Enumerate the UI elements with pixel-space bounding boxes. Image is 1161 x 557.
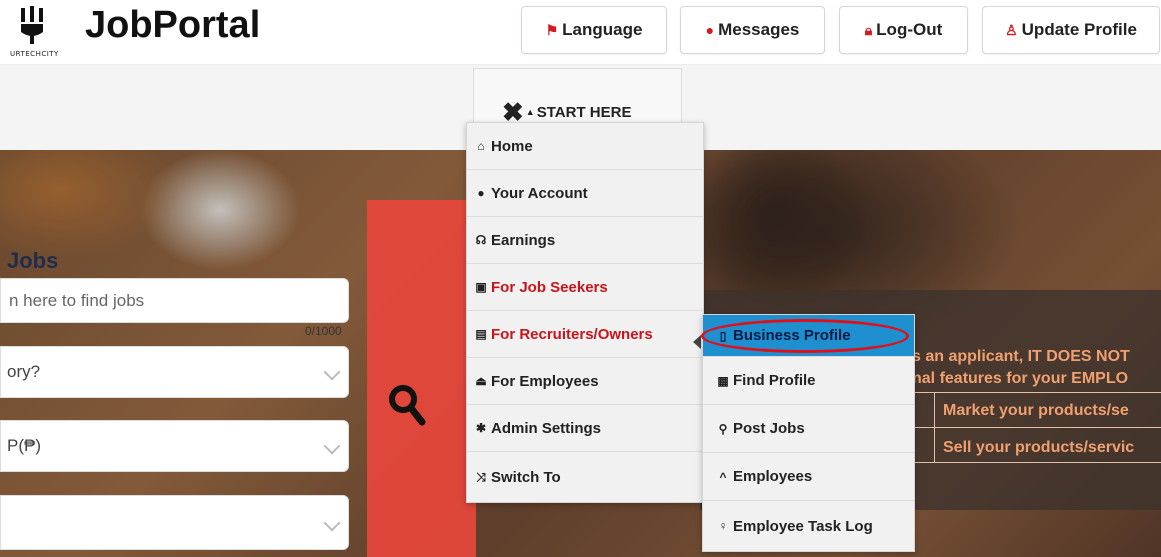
chevron-down-icon xyxy=(323,437,341,455)
caret-up-icon: ^ xyxy=(719,469,727,484)
job-search-input[interactable] xyxy=(7,289,311,312)
menu-item-label: For Job Seekers xyxy=(491,278,608,296)
logo-icon xyxy=(21,6,43,44)
logout-button-label: Log-Out xyxy=(876,20,943,39)
submenu-item-label: Find Profile xyxy=(733,372,816,389)
update-profile-button-label: Update Profile xyxy=(1021,20,1137,39)
employees-icon: ⏏ xyxy=(475,374,487,388)
start-here-label: START HERE xyxy=(536,103,632,121)
currency-select[interactable]: P(₱) xyxy=(0,420,349,472)
menu-item-employees[interactable]: ⏏ For Employees xyxy=(467,358,703,405)
chevron-down-icon xyxy=(323,363,341,381)
top-header: URTECHCITY JobPortal ⚑ Language ● Messag… xyxy=(0,0,1161,64)
submenu-item-find-profile[interactable]: ▦ Find Profile xyxy=(703,357,914,405)
menu-item-switch-to[interactable]: ⤨ Switch To xyxy=(467,452,703,502)
menu-item-label: For Recruiters/Owners xyxy=(491,325,653,343)
caret-up-icon: ▲ xyxy=(525,107,535,117)
info-line-2: nal features for your EMPLO xyxy=(912,370,1129,387)
gear-icon: ✱ xyxy=(475,421,487,435)
menu-item-label: Admin Settings xyxy=(491,419,602,437)
messages-button[interactable]: ● Messages xyxy=(680,6,825,54)
menu-item-recruiters-owners[interactable]: ▤ For Recruiters/Owners xyxy=(467,311,703,358)
info-divider xyxy=(913,462,1161,463)
app-title[interactable]: JobPortal xyxy=(85,4,260,47)
menu-item-label: Your Account xyxy=(491,184,588,202)
submenu-item-business-profile[interactable]: ▯ Business Profile xyxy=(701,315,914,357)
job-seekers-icon: ▣ xyxy=(475,280,487,294)
start-here-menu: ⌂ Home ● Your Account ☊ Earnings ▣ For J… xyxy=(466,122,704,503)
menu-item-admin-settings[interactable]: ✱ Admin Settings xyxy=(467,405,703,452)
recruiters-icon: ▤ xyxy=(475,327,487,341)
category-select-value: ory? xyxy=(7,362,41,381)
recruiters-submenu: ▯ Business Profile ▦ Find Profile ⚲ Post… xyxy=(701,314,915,552)
account-icon: ● xyxy=(477,186,485,200)
message-icon: ● xyxy=(705,22,715,38)
submenu-item-label: Employee Task Log xyxy=(733,517,873,535)
menu-item-label: Switch To xyxy=(491,468,561,486)
lock-icon: 🔒︎ xyxy=(864,21,873,38)
language-button-label: Language xyxy=(562,20,643,39)
menu-item-label: Home xyxy=(491,137,533,155)
flag-icon: ⚑ xyxy=(545,21,559,38)
highlight-ring xyxy=(701,319,909,353)
brand-logo[interactable]: URTECHCITY xyxy=(10,6,70,62)
submenu-item-employees[interactable]: ^ Employees xyxy=(703,453,914,501)
info-cell-market: Market your products/se xyxy=(943,402,1129,419)
submenu-item-label: Post Jobs xyxy=(733,420,805,437)
submenu-item-post-jobs[interactable]: ⚲ Post Jobs xyxy=(703,405,914,453)
char-counter: 0/1000 xyxy=(305,324,342,338)
submenu-item-employee-task-log[interactable]: ♀ Employee Task Log xyxy=(703,501,914,551)
chevron-down-icon xyxy=(323,514,341,531)
pin-icon: ⚲ xyxy=(718,421,728,436)
grid-icon: ▦ xyxy=(717,373,729,388)
user-icon: ♙ xyxy=(1005,21,1018,38)
messages-button-label: Messages xyxy=(718,20,800,39)
info-cell-sell: Sell your products/servic xyxy=(943,439,1135,456)
category-select[interactable]: ory? xyxy=(0,346,349,398)
bulb-icon: ♀ xyxy=(718,519,728,533)
search-icon[interactable] xyxy=(388,384,426,428)
logo-caption: URTECHCITY xyxy=(10,50,59,58)
logout-button[interactable]: 🔒︎ Log-Out xyxy=(839,6,968,54)
extra-select[interactable] xyxy=(0,495,349,550)
job-search-field[interactable] xyxy=(0,278,349,323)
currency-select-value: P(₱) xyxy=(7,436,41,455)
menu-item-earnings[interactable]: ☊ Earnings xyxy=(467,217,703,264)
earnings-icon: ☊ xyxy=(475,233,487,247)
info-line-1: s an applicant, IT DOES NOT xyxy=(912,348,1130,365)
menu-item-your-account[interactable]: ● Your Account xyxy=(467,170,703,217)
submenu-caret-icon xyxy=(693,335,701,349)
jobs-heading: Jobs xyxy=(7,248,59,273)
update-profile-button[interactable]: ♙ Update Profile xyxy=(982,6,1160,54)
menu-item-label: Earnings xyxy=(491,231,556,249)
language-button[interactable]: ⚑ Language xyxy=(521,6,667,54)
menu-item-home[interactable]: ⌂ Home xyxy=(467,123,703,170)
shuffle-icon: ⤨ xyxy=(476,469,486,484)
search-button-column[interactable] xyxy=(367,200,476,557)
info-divider xyxy=(913,392,1161,393)
menu-item-label: For Employees xyxy=(491,372,599,390)
menu-item-job-seekers[interactable]: ▣ For Job Seekers xyxy=(467,264,703,311)
info-divider xyxy=(913,427,1161,428)
submenu-item-label: Employees xyxy=(733,468,813,485)
home-icon: ⌂ xyxy=(477,139,485,153)
